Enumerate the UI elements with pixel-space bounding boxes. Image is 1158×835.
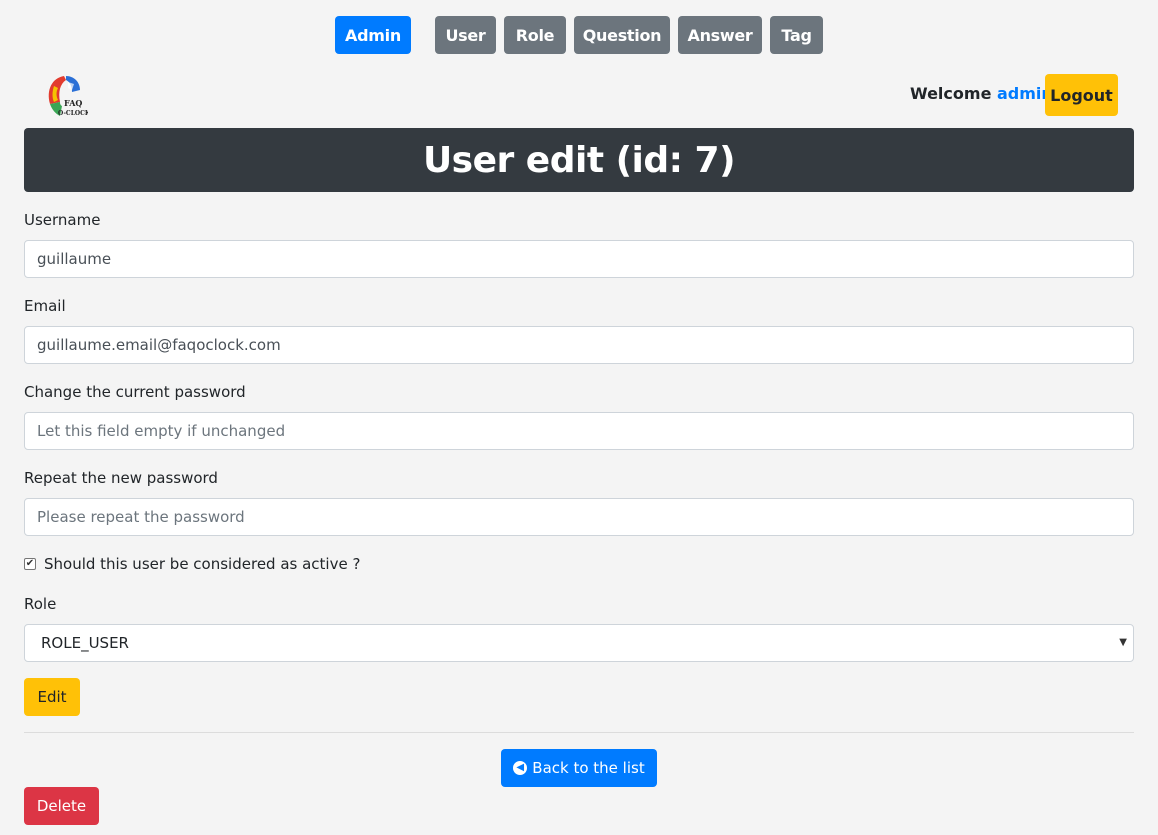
password-input[interactable] xyxy=(24,412,1134,450)
repeat-password-label: Repeat the new password xyxy=(24,469,218,487)
delete-button[interactable]: Delete xyxy=(24,787,99,825)
repeat-password-input[interactable] xyxy=(24,498,1134,536)
page-title: User edit (id: 7) xyxy=(24,128,1134,192)
active-checkbox[interactable]: ✔ xyxy=(24,558,36,570)
divider xyxy=(24,732,1134,733)
top-navigation: Admin User Role Question Answer Tag xyxy=(0,16,1158,54)
nav-answer-button[interactable]: Answer xyxy=(678,16,762,54)
checkmark-icon: ✔ xyxy=(25,558,35,569)
nav-admin-button[interactable]: Admin xyxy=(335,16,411,54)
role-selected-value: ROLE_USER xyxy=(41,634,129,652)
welcome-label: Welcome xyxy=(910,84,992,103)
svg-text:O-CLOCK: O-CLOCK xyxy=(58,110,88,117)
active-checkbox-row: ✔ Should this user be considered as acti… xyxy=(24,554,360,574)
edit-button[interactable]: Edit xyxy=(24,678,80,716)
back-to-list-label: Back to the list xyxy=(532,759,645,777)
logout-button[interactable]: Logout xyxy=(1045,74,1118,116)
username-label: Username xyxy=(24,211,101,229)
username-input[interactable] xyxy=(24,240,1134,278)
role-select[interactable]: ROLE_USER ▼ xyxy=(24,624,1134,662)
active-checkbox-label[interactable]: Should this user be considered as active… xyxy=(44,555,360,573)
arrow-circle-left-icon: ◀ xyxy=(513,761,528,775)
faq-oclock-logo[interactable]: FAQ O-CLOCK xyxy=(44,72,88,118)
nav-role-button[interactable]: Role xyxy=(504,16,566,54)
role-label: Role xyxy=(24,595,57,613)
nav-tag-button[interactable]: Tag xyxy=(770,16,823,54)
nav-user-button[interactable]: User xyxy=(435,16,496,54)
nav-question-button[interactable]: Question xyxy=(574,16,670,54)
back-to-list-button[interactable]: ◀ Back to the list xyxy=(501,749,657,787)
email-input[interactable] xyxy=(24,326,1134,364)
welcome-message: Welcome admin xyxy=(910,83,1053,105)
password-label: Change the current password xyxy=(24,383,246,401)
email-label: Email xyxy=(24,297,66,315)
svg-text:FAQ: FAQ xyxy=(64,98,82,108)
caret-down-icon: ▼ xyxy=(1119,637,1127,648)
